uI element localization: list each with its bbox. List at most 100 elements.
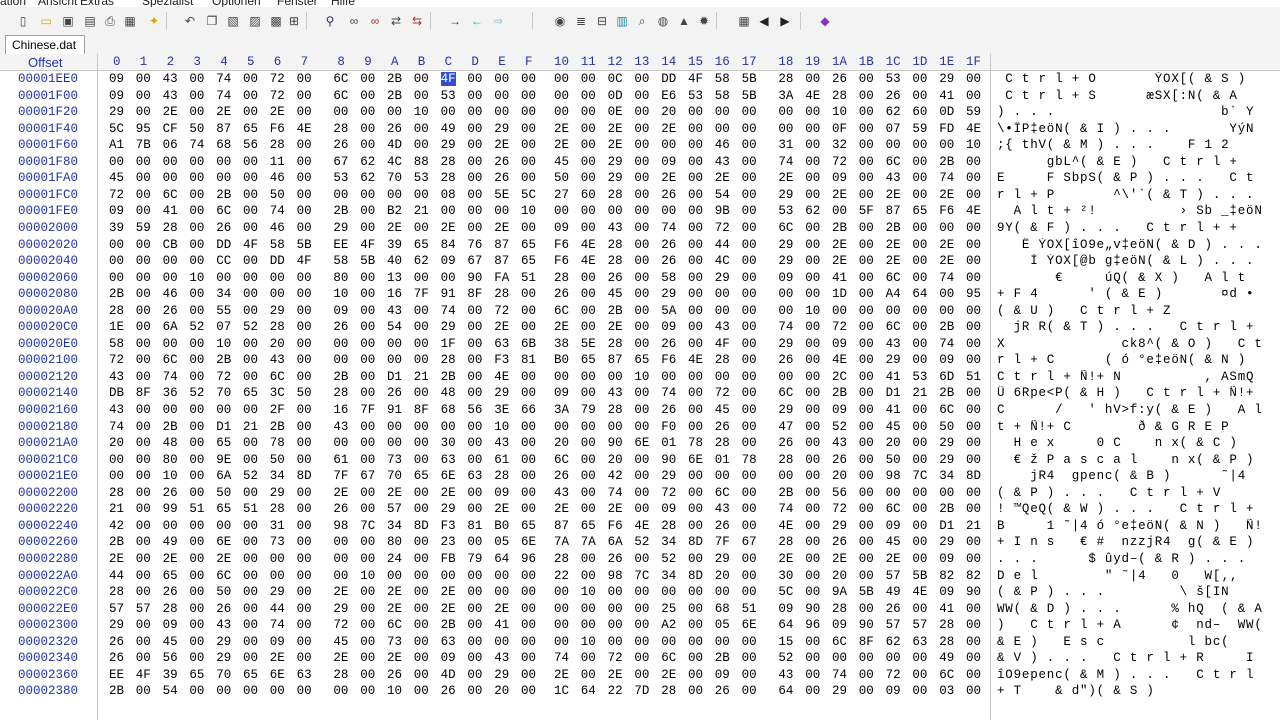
hex-byte[interactable]: 95 xyxy=(136,122,151,136)
hex-byte[interactable]: 2B xyxy=(832,386,847,400)
hex-byte[interactable]: 2E xyxy=(608,320,623,334)
hex-byte[interactable]: 00 xyxy=(360,72,375,86)
hex-byte[interactable]: 00 xyxy=(333,436,348,450)
hex-byte[interactable]: 00 xyxy=(742,105,757,119)
hex-byte[interactable]: 00 xyxy=(805,72,820,86)
hex-byte[interactable]: 2B xyxy=(441,370,456,384)
hex-byte[interactable]: 10 xyxy=(360,569,375,583)
hex-byte[interactable]: 74 xyxy=(109,420,124,434)
hex-byte[interactable]: 87 xyxy=(554,519,569,533)
hex-byte[interactable]: 00 xyxy=(189,204,204,218)
hex-byte[interactable]: 00 xyxy=(581,469,596,483)
hex-byte[interactable]: 2B xyxy=(270,420,285,434)
hex-byte[interactable]: 00 xyxy=(297,569,312,583)
hex-byte[interactable]: 6C xyxy=(333,72,348,86)
hex-byte[interactable]: 8D xyxy=(414,519,429,533)
hex-byte[interactable]: 00 xyxy=(581,105,596,119)
hex-byte[interactable]: 00 xyxy=(912,552,927,566)
hex-byte[interactable]: 00 xyxy=(297,155,312,169)
hex-byte[interactable]: 43 xyxy=(109,370,124,384)
hex-byte[interactable]: 07 xyxy=(886,122,901,136)
hex-byte[interactable]: 00 xyxy=(243,684,258,698)
hex-byte[interactable]: 65 xyxy=(581,519,596,533)
hex-byte[interactable]: 00 xyxy=(805,238,820,252)
hex-byte[interactable]: E6 xyxy=(661,89,676,103)
hex-byte[interactable]: 00 xyxy=(136,370,151,384)
hex-byte[interactable]: 00 xyxy=(136,320,151,334)
hex-byte[interactable]: 00 xyxy=(136,403,151,417)
text-column-row[interactable]: ( & P ) . . . C t r l + V xyxy=(997,486,1280,500)
hex-byte[interactable]: 00 xyxy=(742,569,757,583)
hex-byte[interactable]: 00 xyxy=(859,122,874,136)
hex-byte[interactable]: 28 xyxy=(441,353,456,367)
hex-byte[interactable]: 57 xyxy=(109,602,124,616)
hex-byte[interactable]: 00 xyxy=(742,386,757,400)
hex-byte[interactable]: B0 xyxy=(494,519,509,533)
hex-byte[interactable]: 00 xyxy=(581,486,596,500)
hex-byte[interactable]: 28 xyxy=(270,138,285,152)
hex-byte[interactable]: 00 xyxy=(688,684,703,698)
hex-byte[interactable]: 00 xyxy=(805,469,820,483)
hex-byte[interactable]: 00 xyxy=(189,171,204,185)
hex-byte[interactable]: 2E xyxy=(608,502,623,516)
hex-byte[interactable]: 65 xyxy=(243,122,258,136)
hex-byte[interactable]: 28 xyxy=(554,552,569,566)
hex-byte[interactable]: 29 xyxy=(441,502,456,516)
hex-byte[interactable]: 26 xyxy=(661,188,676,202)
hex-byte[interactable]: 5C xyxy=(778,585,793,599)
text-column-row[interactable]: + I n s € # nzzjR4 g( & E ) xyxy=(997,535,1280,549)
hex-byte[interactable]: 48 xyxy=(163,436,178,450)
hex-byte[interactable]: 7A xyxy=(581,535,596,549)
hex-byte[interactable]: 5C xyxy=(521,188,536,202)
hex-byte[interactable]: 2E xyxy=(387,221,402,235)
text-column-row[interactable]: \•ÏP‡eöN( & I ) . . . YýN xyxy=(997,122,1280,136)
hex-byte[interactable]: 00 xyxy=(688,221,703,235)
hex-byte[interactable]: 72 xyxy=(494,304,509,318)
hex-byte[interactable]: 87 xyxy=(608,353,623,367)
hex-byte[interactable]: 00 xyxy=(966,403,981,417)
hex-byte[interactable]: 4D xyxy=(441,668,456,682)
hex-byte[interactable]: 00 xyxy=(608,618,623,632)
hex-byte[interactable]: 58 xyxy=(661,271,676,285)
hex-byte[interactable]: 00 xyxy=(608,420,623,434)
hex-byte[interactable]: 00 xyxy=(136,89,151,103)
hex-byte[interactable]: 10 xyxy=(387,684,402,698)
hex-byte[interactable]: 38 xyxy=(554,337,569,351)
hex-byte[interactable]: 00 xyxy=(136,188,151,202)
hex-byte[interactable]: 00 xyxy=(297,684,312,698)
hex-byte[interactable]: 00 xyxy=(414,453,429,467)
hex-byte[interactable]: 00 xyxy=(912,337,927,351)
hex-byte[interactable]: F6 xyxy=(608,519,623,533)
hex-byte[interactable]: A1 xyxy=(109,138,124,152)
calculator-icon[interactable]: ▥ xyxy=(614,13,630,29)
hex-byte[interactable]: 00 xyxy=(414,552,429,566)
hex-byte[interactable]: 5B xyxy=(742,72,757,86)
hex-byte[interactable]: 00 xyxy=(939,486,954,500)
hex-byte[interactable]: 00 xyxy=(521,304,536,318)
hex-byte[interactable]: 00 xyxy=(467,602,482,616)
hex-byte[interactable]: 00 xyxy=(688,271,703,285)
hex-byte[interactable]: 91 xyxy=(441,287,456,301)
forward-icon[interactable]: ⇒ xyxy=(490,13,506,29)
hex-byte[interactable]: 57 xyxy=(886,569,901,583)
hex-byte[interactable]: 28 xyxy=(778,535,793,549)
hex-byte[interactable]: 34 xyxy=(270,469,285,483)
hex-byte[interactable]: 00 xyxy=(912,453,927,467)
hex-byte[interactable]: 65 xyxy=(163,569,178,583)
hex-byte[interactable]: 74 xyxy=(939,337,954,351)
hex-byte[interactable]: 00 xyxy=(243,403,258,417)
hex-byte[interactable]: 00 xyxy=(414,585,429,599)
hex-byte[interactable]: 00 xyxy=(742,469,757,483)
hex-byte[interactable]: 00 xyxy=(360,386,375,400)
hex-byte[interactable]: 00 xyxy=(360,271,375,285)
hex-byte[interactable]: 98 xyxy=(333,519,348,533)
hex-byte[interactable]: 29 xyxy=(939,453,954,467)
hex-byte[interactable]: 00 xyxy=(715,122,730,136)
hex-byte[interactable]: 28 xyxy=(109,486,124,500)
text-column-row[interactable]: C t r l + O ÝOX[( & S ) xyxy=(997,72,1280,86)
hex-byte[interactable]: 26 xyxy=(333,138,348,152)
text-column-row[interactable]: r l + P ^\'`( & T ) . . . xyxy=(997,188,1280,202)
hex-byte[interactable]: 00 xyxy=(688,287,703,301)
hex-byte[interactable]: 4F xyxy=(297,254,312,268)
hex-byte[interactable]: 00 xyxy=(360,287,375,301)
